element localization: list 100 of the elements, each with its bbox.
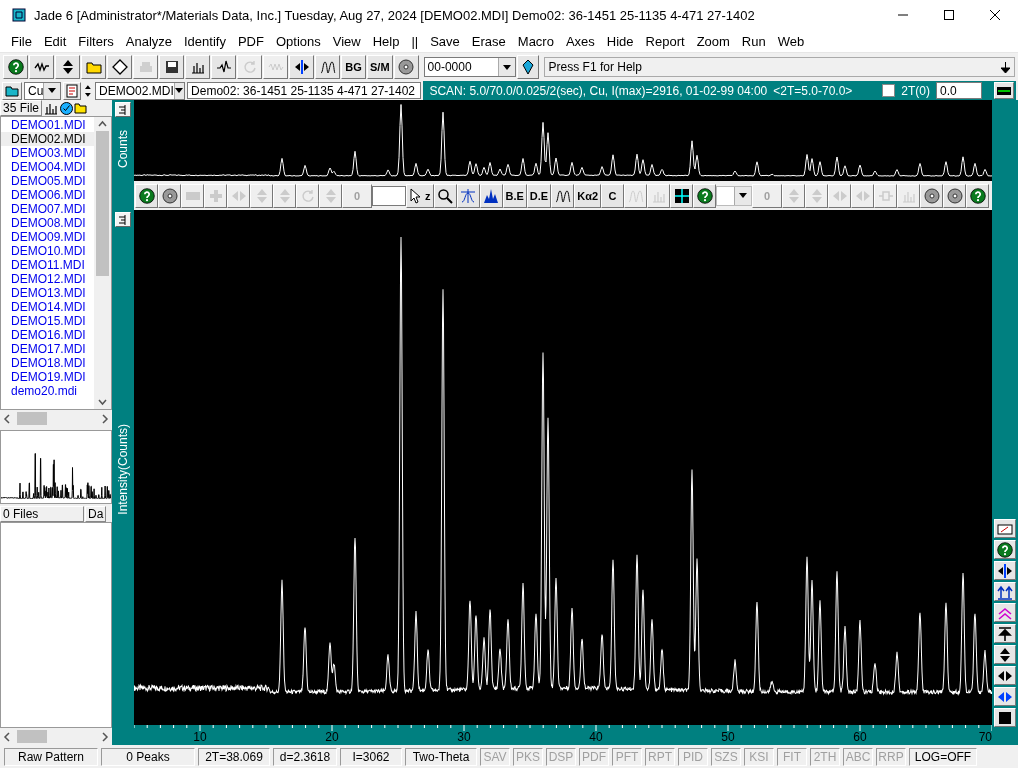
bar-button[interactable] (994, 82, 1014, 99)
toolbar-button[interactable] (185, 55, 210, 79)
toolbar-button[interactable]: BG (341, 55, 366, 79)
toolbar-button[interactable]: Kα2 (574, 183, 601, 208)
list-entry[interactable]: demo20.mdi (1, 384, 94, 398)
pattern-id-field[interactable]: Demo02: 36-1451 25-1135 4-471 27-1402 (187, 82, 422, 99)
app-icon (12, 8, 26, 22)
tool-button[interactable] (994, 687, 1016, 706)
tool-button[interactable] (994, 666, 1016, 685)
toolbar-button[interactable] (29, 55, 54, 79)
radiation-dropdown[interactable]: Cu (24, 81, 62, 100)
menu-item[interactable]: Axes (559, 33, 601, 49)
toolbar-button[interactable] (670, 183, 693, 208)
file-count-header[interactable]: 0 Files (0, 506, 84, 522)
gem-button[interactable] (516, 55, 539, 79)
list-entry[interactable]: DEMO03.MDI (1, 146, 94, 160)
cursor-button[interactable]: z (406, 183, 434, 208)
plus-icon (207, 187, 224, 204)
toolbar-button[interactable] (393, 55, 419, 79)
close-icon (990, 10, 1000, 20)
input-field[interactable] (372, 185, 406, 206)
axis-tick-label: 50 (721, 730, 735, 744)
notepad-button[interactable] (63, 81, 82, 100)
tool-button[interactable] (994, 624, 1016, 643)
list-entry[interactable]: DEMO11.MDI (1, 258, 94, 272)
menu-item[interactable]: Edit (37, 33, 73, 49)
menu-item[interactable]: Web (771, 33, 811, 49)
toolbar-button[interactable] (211, 55, 236, 79)
scale-button[interactable] (115, 102, 131, 117)
tool-button[interactable] (994, 540, 1016, 559)
toolbar-button[interactable] (966, 183, 989, 208)
menu-item[interactable]: Save (424, 33, 466, 49)
menu-item[interactable]: Filters (72, 33, 120, 49)
disc-icon (923, 187, 940, 204)
list-entry[interactable]: DEMO04.MDI (1, 160, 94, 174)
scale-button[interactable] (115, 212, 131, 227)
toolbar-button[interactable] (107, 55, 132, 79)
list-entry[interactable]: DEMO16.MDI (1, 328, 94, 342)
menu-item[interactable]: Erase (465, 33, 512, 49)
toolbar-button[interactable] (3, 55, 28, 79)
list-entry[interactable]: DEMO01.MDI (1, 118, 94, 132)
toolbar-button[interactable] (693, 183, 716, 208)
menu-item[interactable]: Identify (178, 33, 232, 49)
menu-item[interactable]: Options (269, 33, 327, 49)
menu-item[interactable]: Hide (600, 33, 640, 49)
toolbar-button[interactable] (943, 183, 966, 208)
list-entry[interactable]: DEMO05.MDI (1, 174, 94, 188)
list-entry[interactable]: DEMO09.MDI (1, 230, 94, 244)
list-entry[interactable]: DEMO17.MDI (1, 342, 94, 356)
menu-item[interactable]: || (405, 33, 425, 49)
menu-item[interactable]: PDF (231, 33, 270, 49)
tool-button[interactable] (994, 708, 1016, 727)
toolbar-button[interactable]: D.E (526, 183, 552, 208)
file-dropdown[interactable]: DEMO02.MDI (95, 81, 186, 100)
toolbar-button[interactable] (159, 55, 184, 79)
toolbar-button[interactable] (315, 55, 340, 79)
menu-item[interactable]: Macro (511, 33, 560, 49)
list-entry[interactable]: DEMO12.MDI (1, 272, 94, 286)
disc-icon (946, 187, 963, 204)
toolbar-button[interactable] (135, 183, 158, 208)
toolbar-button[interactable]: C (601, 183, 624, 208)
list-entry[interactable]: DEMO19.MDI (1, 370, 94, 384)
list-entry[interactable]: DEMO07.MDI (1, 202, 94, 216)
file-count-header[interactable]: 35 File (0, 100, 43, 116)
toolbar-button[interactable] (433, 183, 457, 208)
toolbar-button[interactable]: S/M (367, 55, 393, 79)
menu-item[interactable]: Analyze (119, 33, 178, 49)
offset-field[interactable]: 0.0 (936, 82, 982, 99)
status-cell: SAV (480, 747, 510, 766)
menu-item[interactable]: File (5, 33, 38, 49)
folder-button[interactable] (2, 81, 22, 100)
toolbar-button[interactable]: B.E (502, 183, 527, 208)
list-entry[interactable]: DEMO02.MDI (1, 132, 94, 146)
list-entry[interactable]: DEMO10.MDI (1, 244, 94, 258)
menu-item[interactable]: Report (639, 33, 691, 49)
toolbar-button[interactable] (920, 183, 943, 208)
toolbar-button[interactable] (289, 55, 314, 79)
list-entry[interactable]: DEMO14.MDI (1, 300, 94, 314)
menu-item[interactable]: Help (366, 33, 406, 49)
tool-button[interactable] (994, 582, 1016, 601)
offset-checkbox[interactable] (882, 84, 896, 97)
list-entry[interactable]: DEMO06.MDI (1, 188, 94, 202)
toolbar-button[interactable] (158, 183, 181, 208)
tool-button[interactable] (994, 561, 1016, 580)
list-entry[interactable]: DEMO18.MDI (1, 356, 94, 370)
menu-item[interactable]: View (326, 33, 367, 49)
column-header[interactable]: Da (85, 506, 107, 522)
toolbar-button[interactable] (479, 183, 503, 208)
menu-item[interactable]: Run (735, 33, 772, 49)
toolbar-button[interactable] (551, 183, 575, 208)
toolbar-button[interactable] (55, 55, 80, 79)
tool-button[interactable] (994, 645, 1016, 664)
check-icon[interactable] (60, 101, 74, 115)
list-entry[interactable]: DEMO15.MDI (1, 314, 94, 328)
menu-item[interactable]: Zoom (690, 33, 736, 49)
vertical-scrollbar[interactable] (94, 117, 111, 409)
list-entry[interactable]: DEMO08.MDI (1, 216, 94, 230)
folder-icon[interactable] (74, 102, 88, 114)
pdf-number-dropdown[interactable]: 00-0000 (423, 57, 516, 77)
list-entry[interactable]: DEMO13.MDI (1, 286, 94, 300)
